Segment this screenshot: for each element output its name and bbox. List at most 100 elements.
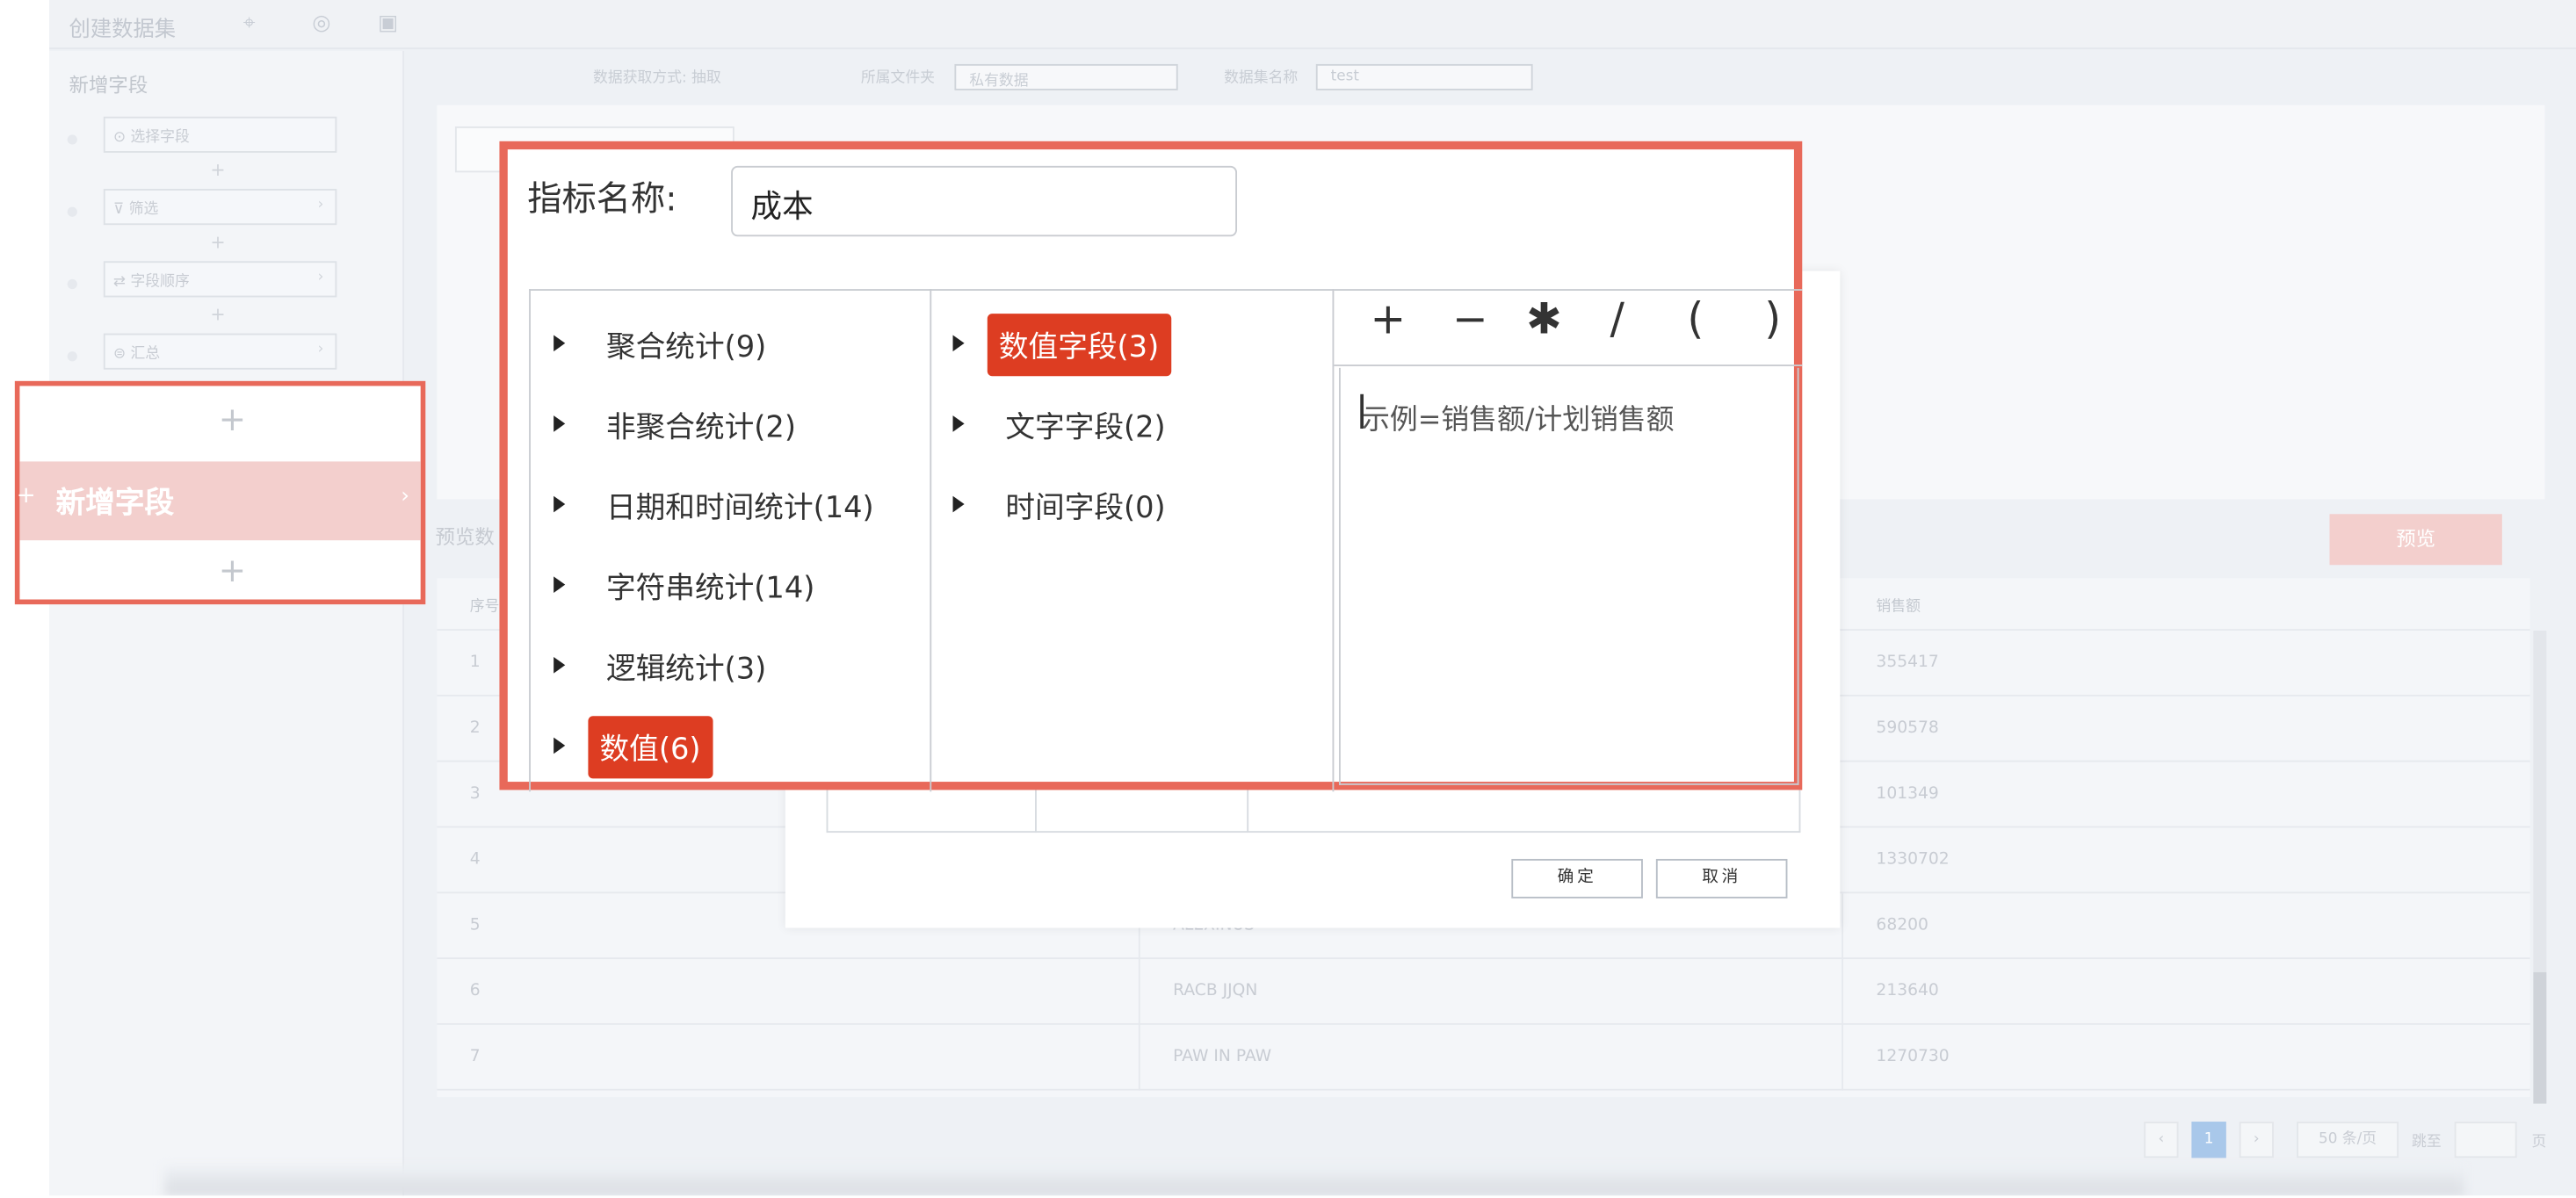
chevron-right-icon: › — [317, 197, 324, 214]
preview-button[interactable]: 预览 — [2329, 514, 2502, 566]
function-category-item[interactable]: 字符串统计(14) — [531, 562, 925, 611]
field-type-item[interactable]: 时间字段(0) — [930, 481, 1324, 530]
field-type-item[interactable]: 文字字段(2) — [930, 401, 1324, 450]
expand-triangle-icon[interactable] — [952, 495, 965, 513]
left-panel: 新增字段 ⊙ 选择字段 + ⊽ 筛选 › + ⇄ 字段顺序 › + ⊜ 汇总 › — [49, 50, 404, 1196]
folder-label: 所属文件夹 — [860, 70, 936, 88]
new-field-callout: + + 新增字段 › + — [14, 380, 426, 605]
expand-triangle-icon[interactable] — [554, 737, 566, 754]
column-header-index: 序号 — [469, 599, 500, 617]
sort-icon: ⇄ — [113, 274, 131, 291]
operator-bar: + − ✱ / ( ) — [1334, 291, 1803, 366]
column-header-sales: 销售额 — [1876, 599, 1921, 617]
expand-triangle-icon[interactable] — [952, 335, 965, 352]
function-category-item[interactable]: 非聚合统计(2) — [531, 401, 925, 450]
scrollbar-thumb[interactable] — [2533, 971, 2547, 1104]
save-icon[interactable]: ▣ — [378, 11, 398, 36]
category-label: 逻辑统计(3) — [605, 652, 767, 687]
left-panel-title: 新增字段 — [69, 74, 148, 97]
goto-page-input[interactable] — [2454, 1122, 2517, 1158]
step-select-fields[interactable]: ⊙ 选择字段 — [103, 116, 337, 153]
dialog-divider — [1035, 784, 1037, 834]
chevron-right-icon: › — [401, 484, 409, 509]
indicator-name-input[interactable]: 成本 — [731, 165, 1238, 237]
row-index: 4 — [469, 850, 481, 870]
function-category-item[interactable]: 逻辑统计(3) — [531, 642, 925, 691]
step-label: 筛选 — [128, 201, 159, 219]
formula-textarea[interactable]: 示例=销售额/计划销售额 — [1338, 367, 1799, 785]
expand-triangle-icon[interactable] — [554, 576, 566, 594]
cancel-button[interactable]: 取消 — [1655, 858, 1788, 898]
top-toolbar: 创建数据集 ⌖ ◎ ▣ — [49, 0, 2576, 50]
bottom-shadow — [163, 1166, 2464, 1196]
row-sales: 101349 — [1876, 784, 1939, 804]
formula-placeholder: 示例=销售额/计划销售额 — [1362, 403, 1675, 437]
add-step-icon[interactable]: + — [210, 304, 225, 325]
add-step-icon[interactable]: + — [210, 159, 225, 180]
table-row[interactable]: 6 RACB JJQN 213640 — [437, 959, 2530, 1025]
row-index: 2 — [469, 719, 481, 738]
minus-operator[interactable]: − — [1452, 296, 1488, 345]
goto-label: 跳至 — [2412, 1135, 2442, 1151]
next-page-button[interactable]: › — [2239, 1122, 2274, 1158]
expand-triangle-icon[interactable] — [554, 415, 566, 432]
divide-operator[interactable]: / — [1610, 296, 1624, 345]
plus-operator[interactable]: + — [1370, 296, 1406, 345]
right-paren-operator[interactable]: ) — [1764, 296, 1781, 345]
field-type-label: 时间字段(0) — [1005, 491, 1166, 526]
step-label: 字段顺序 — [130, 274, 190, 291]
function-category-item[interactable]: 日期和时间统计(14) — [531, 481, 925, 530]
expand-triangle-icon[interactable] — [952, 415, 965, 432]
plus-icon: + — [16, 482, 36, 509]
field-type-list: 数值字段(3) 文字字段(2) 时间字段(0) — [930, 289, 1335, 792]
step-label: 汇总 — [130, 346, 161, 364]
field-type-label: 文字字段(2) — [1005, 410, 1166, 445]
expand-triangle-icon[interactable] — [554, 335, 566, 352]
row-sales: 1330702 — [1876, 850, 1950, 870]
row-sales: 68200 — [1876, 916, 1928, 935]
step-filter[interactable]: ⊽ 筛选 › — [103, 189, 337, 226]
row-name: RACB JJQN — [1173, 982, 1258, 1000]
multiply-operator[interactable]: ✱ — [1526, 296, 1562, 345]
dialog-lower-panels — [826, 784, 1801, 834]
fetch-method-label: 数据获取方式: 抽取 — [593, 70, 721, 88]
play-icon[interactable]: ◎ — [312, 11, 330, 36]
step-dot — [67, 206, 77, 217]
dataset-name-input[interactable]: test — [1315, 63, 1533, 90]
app-title: 创建数据集 — [69, 18, 177, 43]
function-category-item[interactable]: 聚合统计(9) — [531, 321, 925, 370]
page-size-select[interactable]: 50 条/页 — [2297, 1122, 2399, 1158]
confirm-button[interactable]: 确定 — [1511, 858, 1643, 898]
new-field-label: 新增字段 — [55, 486, 175, 521]
expand-triangle-icon[interactable] — [554, 656, 566, 674]
dataset-name-label: 数据集名称 — [1224, 70, 1299, 88]
left-paren-operator[interactable]: ( — [1687, 296, 1704, 345]
row-sales: 213640 — [1876, 982, 1939, 1000]
field-type-label: 数值字段(3) — [987, 314, 1171, 377]
step-field-order[interactable]: ⇄ 字段顺序 › — [103, 261, 337, 298]
filter-icon: ⊽ — [113, 201, 129, 219]
folder-select[interactable]: 私有数据 — [954, 63, 1178, 90]
field-type-item-selected[interactable]: 数值字段(3) — [930, 314, 1324, 377]
row-sales: 590578 — [1876, 719, 1939, 738]
chevron-right-icon: › — [317, 269, 324, 286]
prev-page-button[interactable]: ‹ — [2144, 1122, 2179, 1158]
function-category-item-selected[interactable]: 数值(6) — [531, 716, 925, 779]
row-index: 6 — [469, 982, 481, 1000]
formula-editor-callout: 指标名称: 成本 聚合统计(9) 非聚合统计(2) 日期和时间统计(14) 字符… — [499, 141, 1803, 792]
row-index: 1 — [469, 653, 481, 672]
row-index: 5 — [469, 916, 481, 935]
page-button-current[interactable]: 1 — [2191, 1122, 2226, 1158]
add-above-icon[interactable]: + — [219, 399, 246, 438]
add-step-icon[interactable]: + — [210, 232, 225, 253]
new-field-step[interactable]: + 新增字段 › — [16, 461, 421, 541]
step-summary[interactable]: ⊜ 汇总 › — [103, 333, 337, 370]
function-category-list: 聚合统计(9) 非聚合统计(2) 日期和时间统计(14) 字符串统计(14) 逻… — [529, 289, 932, 792]
expand-triangle-icon[interactable] — [554, 495, 566, 513]
step-dot — [67, 278, 77, 290]
brush-icon[interactable]: ⌖ — [243, 11, 256, 36]
add-below-icon[interactable]: + — [219, 550, 246, 589]
step-dot — [67, 134, 77, 145]
category-label: 聚合统计(9) — [605, 329, 767, 365]
table-row[interactable]: 7 PAW IN PAW 1270730 — [437, 1025, 2530, 1091]
